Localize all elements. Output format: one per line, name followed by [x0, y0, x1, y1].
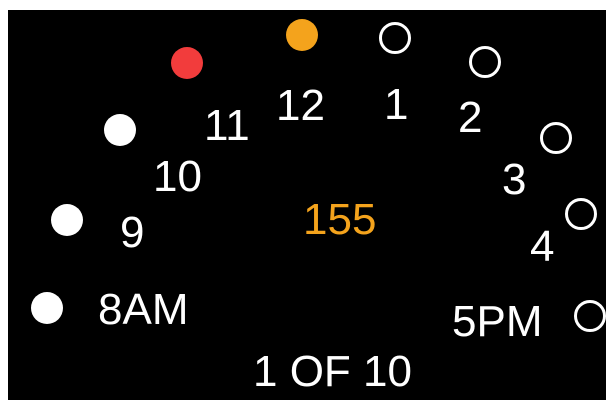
hour-label-5pm: 5PM [452, 297, 543, 346]
hour-dot-11[interactable] [171, 47, 203, 79]
hour-label-9: 9 [120, 208, 145, 257]
hour-label-8am: 8AM [98, 285, 189, 334]
center-value: 155 [303, 195, 377, 244]
hour-label-4: 4 [530, 222, 555, 271]
hour-dot-5pm[interactable] [574, 300, 606, 332]
hour-dot-1[interactable] [379, 22, 411, 54]
hour-label-12: 12 [276, 81, 325, 130]
hour-label-1: 1 [384, 80, 409, 129]
hour-dot-4[interactable] [565, 198, 597, 230]
hour-dot-8am[interactable] [31, 292, 63, 324]
hour-label-3: 3 [502, 155, 527, 204]
hour-label-2: 2 [458, 93, 483, 142]
hour-dot-12[interactable] [286, 19, 318, 51]
hour-dial-screen: 8AM 9 10 11 12 1 2 3 4 5PM 155 1 OF 10 [8, 10, 606, 400]
page-indicator: 1 OF 10 [253, 347, 412, 396]
hour-dot-10[interactable] [104, 114, 136, 146]
hour-dot-2[interactable] [469, 46, 501, 78]
hour-label-10: 10 [153, 152, 202, 201]
hour-dot-9[interactable] [51, 204, 83, 236]
hour-label-11: 11 [204, 101, 250, 150]
hour-dot-3[interactable] [540, 122, 572, 154]
